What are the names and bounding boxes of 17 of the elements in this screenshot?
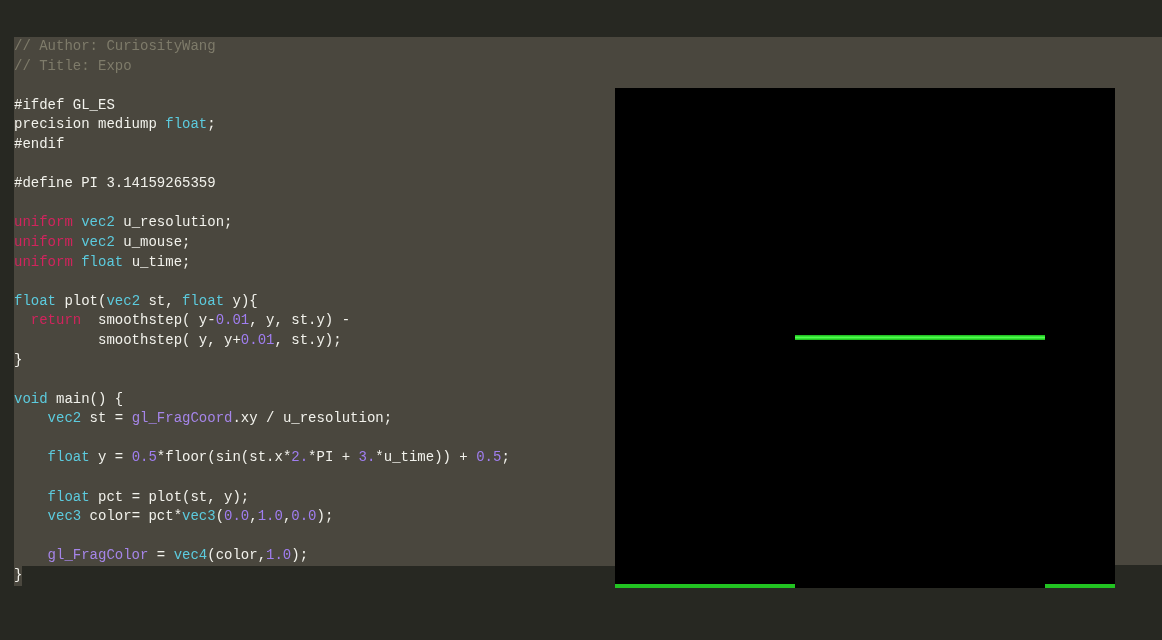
code-line: float y = 0.5*floor(sin(st.x*2.*PI + 3.*u_time)) + 0.5; — [46, 448, 510, 468]
code-line: vec3 color= pct*vec3(0.0,1.0,0.0); — [46, 507, 334, 527]
code-line: precision mediump float; — [14, 115, 216, 135]
code-line: smoothstep( y, y+0.01, st.y); — [97, 330, 342, 350]
code-line: return smoothstep( y-0.01, y, st.y) - — [29, 311, 351, 331]
code-line: } — [14, 350, 23, 370]
code-line: uniform vec2 u_resolution; — [14, 213, 233, 233]
code-line: vec2 st = gl_FragCoord.xy / u_resolution; — [46, 409, 393, 429]
code-line: uniform float u_time; — [14, 252, 191, 272]
code-line: float plot(vec2 st, float y){ — [14, 291, 258, 311]
code-line: #ifdef GL_ES — [14, 95, 115, 115]
code-line: #endif — [14, 134, 65, 154]
code-line: uniform vec2 u_mouse; — [14, 232, 191, 252]
code-line: #define PI 3.14159265359 — [14, 174, 216, 194]
code-line: float pct = plot(st, y); — [46, 487, 250, 507]
code-line: void main() { — [14, 389, 124, 409]
code-line: gl_FragColor = vec4(color,1.0); — [46, 546, 309, 566]
